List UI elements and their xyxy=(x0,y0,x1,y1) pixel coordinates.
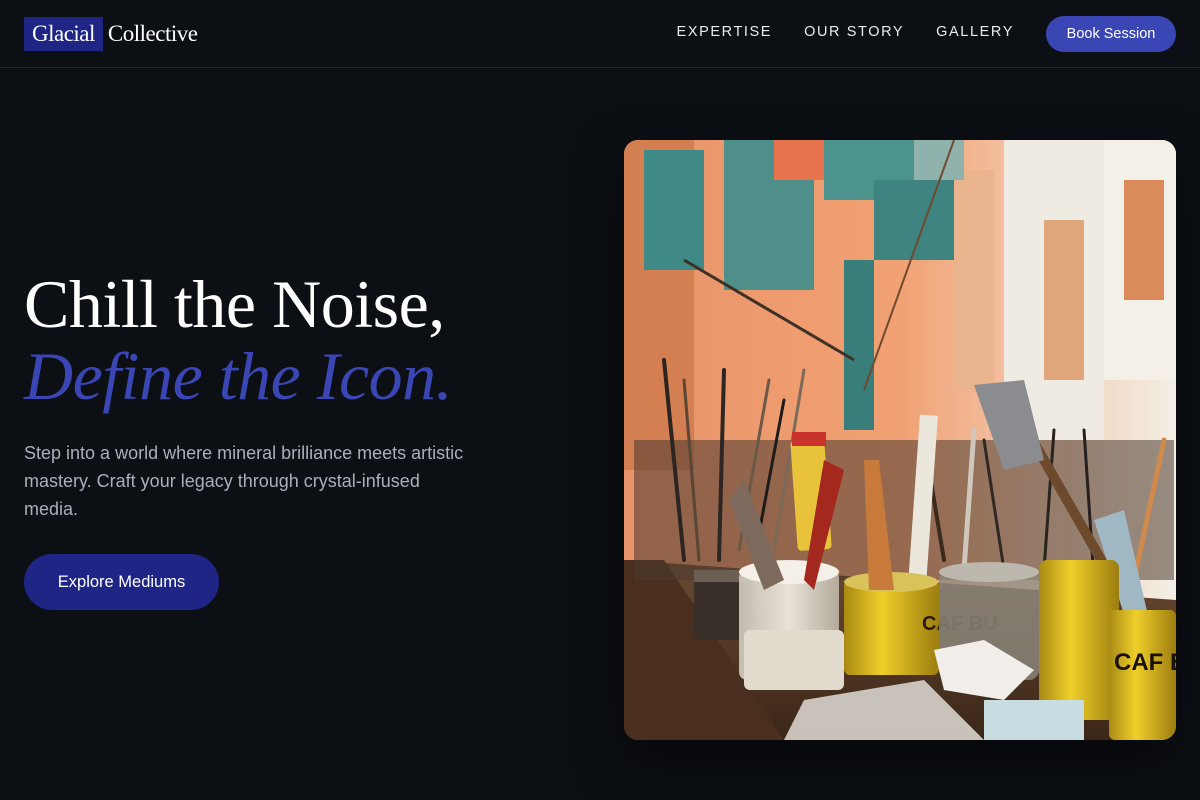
hero-title: Chill the Noise, Define the Icon. xyxy=(24,266,453,414)
can-label-right: CAF BUST xyxy=(1114,649,1176,676)
nav-link-our-story[interactable]: OUR STORY xyxy=(804,24,904,40)
logo[interactable]: Glacial Collective xyxy=(24,17,198,51)
nav-link-gallery[interactable]: GALLERY xyxy=(936,24,1014,40)
hero-title-line2: Define the Icon. xyxy=(24,338,453,414)
hero-image-art-studio: CAF BU CAF BUST xyxy=(624,140,1176,740)
paint-brushes-photo: CAF BU CAF BUST xyxy=(624,140,1176,740)
logo-wordmark: Collective xyxy=(107,21,198,46)
hero-description: Step into a world where mineral brillian… xyxy=(24,443,464,519)
hero-title-line1: Chill the Noise, xyxy=(24,266,445,342)
explore-mediums-button[interactable]: Explore Mediums xyxy=(24,554,219,610)
main-nav: EXPERTISE OUR STORY GALLERY xyxy=(677,24,1014,40)
logo-mark: Glacial xyxy=(24,17,103,51)
nav-link-expertise[interactable]: EXPERTISE xyxy=(677,24,773,40)
site-header: Glacial Collective EXPERTISE OUR STORY G… xyxy=(0,0,1200,68)
book-session-button[interactable]: Book Session xyxy=(1046,16,1176,52)
